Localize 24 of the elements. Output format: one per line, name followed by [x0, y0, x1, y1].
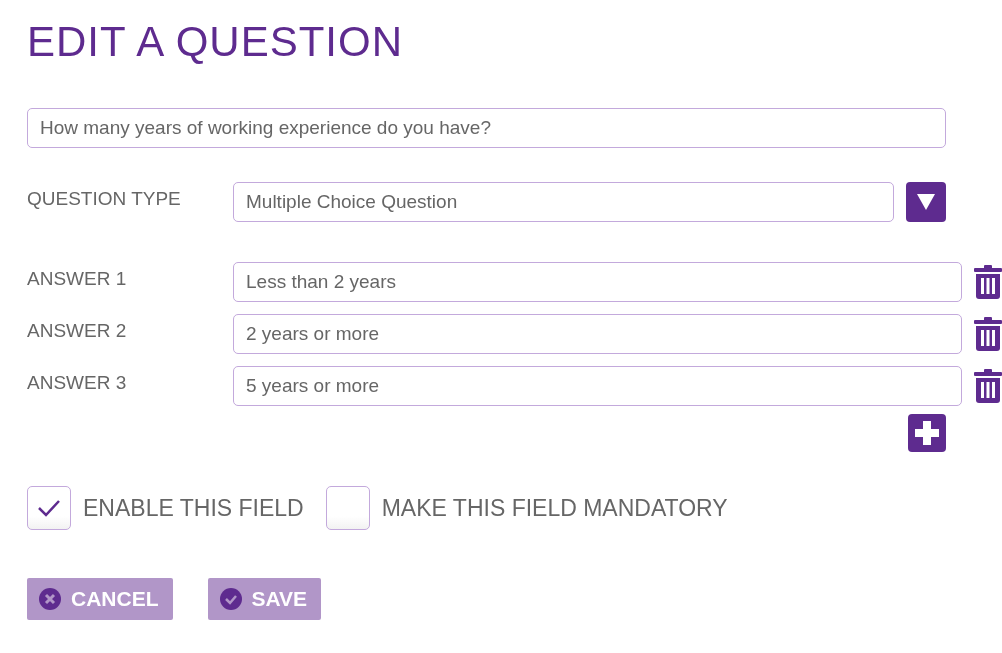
check-circle-icon: [219, 588, 242, 610]
checkbox-label: ENABLE THIS FIELD: [83, 494, 304, 522]
plus-icon: [915, 421, 939, 445]
close-icon: [39, 588, 61, 610]
trash-icon: [974, 317, 1002, 351]
dropdown-button[interactable]: [906, 182, 946, 222]
answer-field[interactable]: 2 years or more: [233, 314, 962, 354]
triangle-down-icon: [917, 194, 935, 210]
trash-icon: [974, 369, 1002, 403]
checkbox[interactable]: [325, 486, 370, 530]
add-button[interactable]: [908, 414, 946, 452]
answer-label: ANSWER 1: [27, 267, 128, 290]
answer-label: ANSWER 2: [27, 319, 128, 342]
question-type-field[interactable]: Multiple Choice Question: [233, 182, 894, 222]
answer-label: ANSWER 3: [27, 371, 128, 394]
trash-icon: [974, 265, 1002, 299]
page-title: EDIT A QUESTION: [27, 17, 404, 67]
answer-field[interactable]: 5 years or more: [233, 366, 962, 406]
checkbox[interactable]: [27, 486, 71, 530]
checkbox-label: MAKE THIS FIELD MANDATORY: [381, 494, 728, 522]
question-field[interactable]: How many years of working experience do you have?: [27, 108, 946, 148]
field-label: QUESTION TYPE: [27, 187, 182, 210]
checkmark-icon: [37, 499, 61, 517]
answer-field[interactable]: Less than 2 years: [233, 262, 962, 302]
